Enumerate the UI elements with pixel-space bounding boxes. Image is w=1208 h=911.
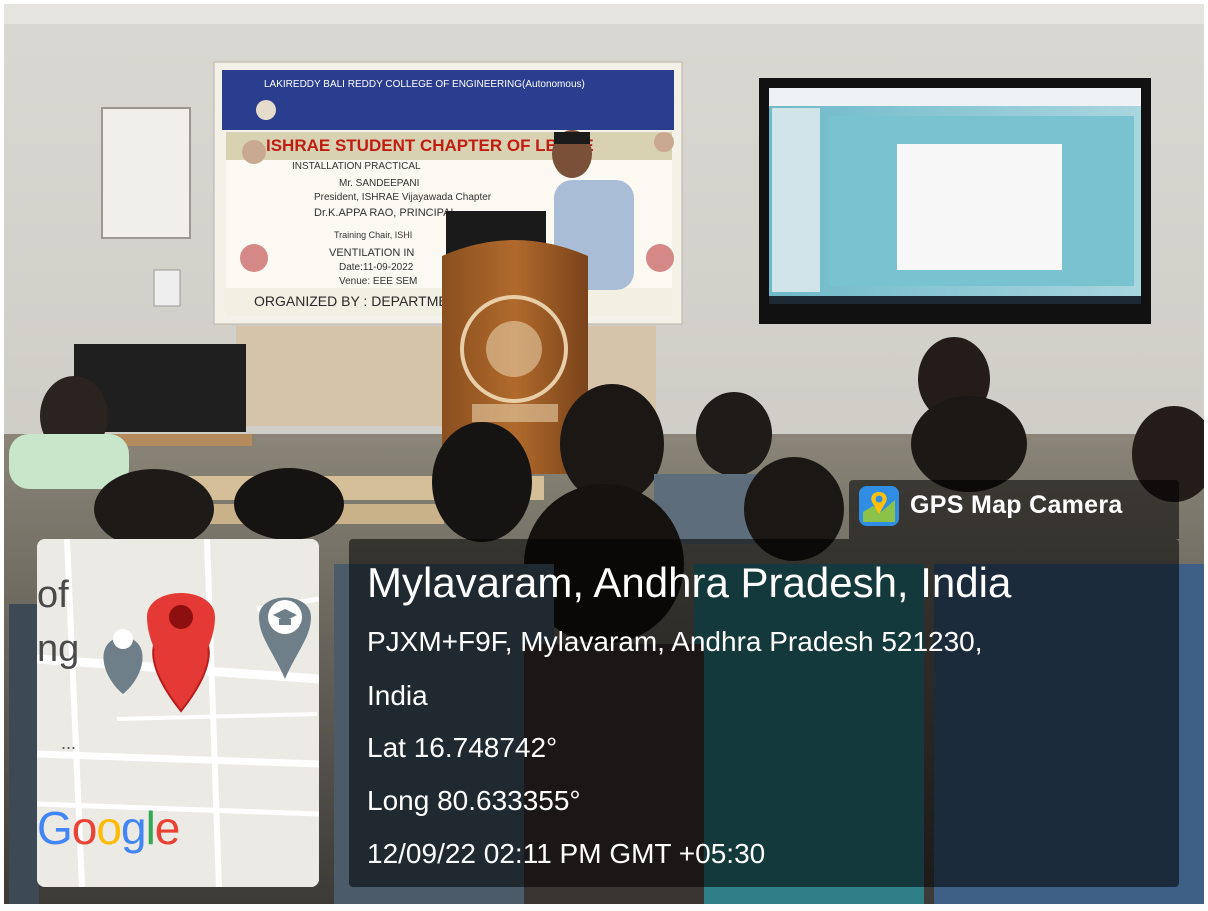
place-title: Mylavaram, Andhra Pradesh, India bbox=[367, 559, 1012, 606]
datetime: 12/09/22 02:11 PM GMT +05:30 bbox=[367, 838, 766, 869]
banner-chapter-title: ISHRAE STUDENT CHAPTER OF LBRCE bbox=[266, 136, 594, 155]
latitude: Lat 16.748742° bbox=[367, 732, 558, 763]
photo-frame: LAKIREDDY BALI REDDY COLLEGE OF ENGINEER… bbox=[4, 4, 1204, 904]
banner-line-guest: Dr.K.APPA RAO, PRINCIPAL bbox=[314, 207, 457, 219]
google-logo: Google bbox=[37, 802, 180, 854]
banner-line-installation: INSTALLATION PRACTICAL bbox=[292, 161, 421, 172]
brand-label: GPS Map Camera bbox=[910, 491, 1123, 519]
address-line-1: PJXM+F9F, Mylavaram, Andhra Pradesh 5212… bbox=[367, 626, 983, 657]
banner-line-training: Training Chair, ISHI bbox=[334, 230, 412, 240]
address-line-2: India bbox=[367, 680, 428, 711]
wall-display-screen bbox=[759, 78, 1151, 324]
banner-college-name: LAKIREDDY BALI REDDY COLLEGE OF ENGINEER… bbox=[264, 79, 585, 90]
longitude: Long 80.633355° bbox=[367, 785, 581, 816]
banner-line-ventilation: VENTILATION IN bbox=[329, 247, 414, 259]
banner-line-date: Date:11-09-2022 bbox=[339, 262, 414, 273]
banner-line-president: President, ISHRAE Vijayawada Chapter bbox=[314, 192, 492, 203]
map-partial-label-2: ng bbox=[37, 628, 79, 670]
gps-map-camera-icon bbox=[859, 486, 899, 526]
banner-line-venue: Venue: EEE SEM bbox=[339, 276, 417, 287]
map-thumbnail[interactable]: of ng ... Google bbox=[37, 539, 319, 887]
map-ellipsis: ... bbox=[61, 733, 76, 753]
map-partial-label-1: of bbox=[37, 574, 69, 616]
banner-line-speaker: Mr. SANDEEPANI bbox=[339, 178, 419, 189]
wall-electrical-box bbox=[101, 107, 191, 239]
